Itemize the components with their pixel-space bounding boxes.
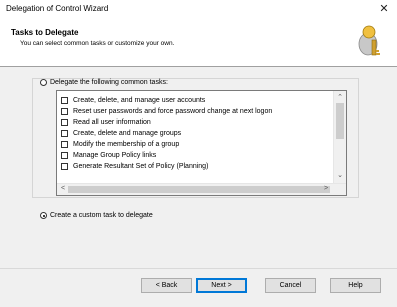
help-button[interactable]: Help	[330, 278, 381, 293]
task-checkbox[interactable]	[61, 118, 68, 126]
list-item[interactable]: Read all user information	[61, 117, 151, 127]
common-tasks-radio[interactable]	[40, 79, 47, 86]
list-item[interactable]: Modify the membership of a group	[61, 139, 179, 149]
task-label: Manage Group Policy links	[73, 151, 157, 159]
wizard-header: Tasks to Delegate You can select common …	[0, 18, 397, 67]
common-tasks-list[interactable]: Create, delete, and manage user accounts…	[56, 90, 347, 196]
close-icon[interactable]: ✕	[375, 1, 393, 17]
task-checkbox[interactable]	[61, 107, 68, 115]
list-item[interactable]: Reset user passwords and force password …	[61, 106, 272, 116]
window-title: Delegation of Control Wizard	[6, 4, 109, 13]
scroll-up-icon[interactable]: ⌃	[334, 93, 346, 101]
task-label: Create, delete, and manage user accounts	[73, 96, 206, 104]
list-item[interactable]: Manage Group Policy links	[61, 150, 156, 160]
footer-divider	[0, 268, 397, 269]
title-bar: Delegation of Control Wizard ✕	[0, 0, 397, 18]
list-item[interactable]: Create, delete and manage groups	[61, 128, 181, 138]
vertical-scrollbar[interactable]: ⌃ ⌄	[333, 91, 346, 184]
scroll-right-icon[interactable]: >	[320, 185, 332, 192]
task-checkbox[interactable]	[61, 151, 68, 159]
task-label: Read all user information	[73, 118, 151, 126]
horizontal-scrollbar[interactable]: < >	[57, 183, 346, 195]
task-checkbox[interactable]	[61, 140, 68, 148]
back-button[interactable]: < Back	[141, 278, 192, 293]
task-checkbox[interactable]	[61, 96, 68, 104]
list-item[interactable]: Generate Resultant Set of Policy (Planni…	[61, 161, 208, 171]
horizontal-scroll-thumb[interactable]	[68, 186, 330, 193]
task-label: Generate Resultant Set of Policy (Planni…	[73, 162, 209, 170]
list-item[interactable]: Create, delete, and manage user accounts	[61, 95, 205, 105]
task-checkbox[interactable]	[61, 162, 68, 170]
next-button[interactable]: Next >	[196, 278, 247, 293]
task-label: Reset user passwords and force password …	[73, 107, 273, 115]
delegation-wizard-icon	[358, 25, 380, 56]
cancel-button[interactable]: Cancel	[265, 278, 316, 293]
task-checkbox[interactable]	[61, 129, 68, 137]
page-title: Tasks to Delegate	[11, 28, 79, 37]
custom-task-radio[interactable]	[40, 212, 47, 219]
task-label: Modify the membership of a group	[73, 140, 180, 148]
custom-task-label[interactable]: Create a custom task to delegate	[50, 212, 153, 219]
task-label: Create, delete and manage groups	[73, 129, 182, 137]
page-subtitle: You can select common tasks or customize…	[20, 40, 175, 47]
common-tasks-label[interactable]: Delegate the following common tasks:	[50, 79, 168, 86]
scroll-down-icon[interactable]: ⌄	[334, 171, 346, 179]
vertical-scroll-thumb[interactable]	[336, 103, 344, 139]
